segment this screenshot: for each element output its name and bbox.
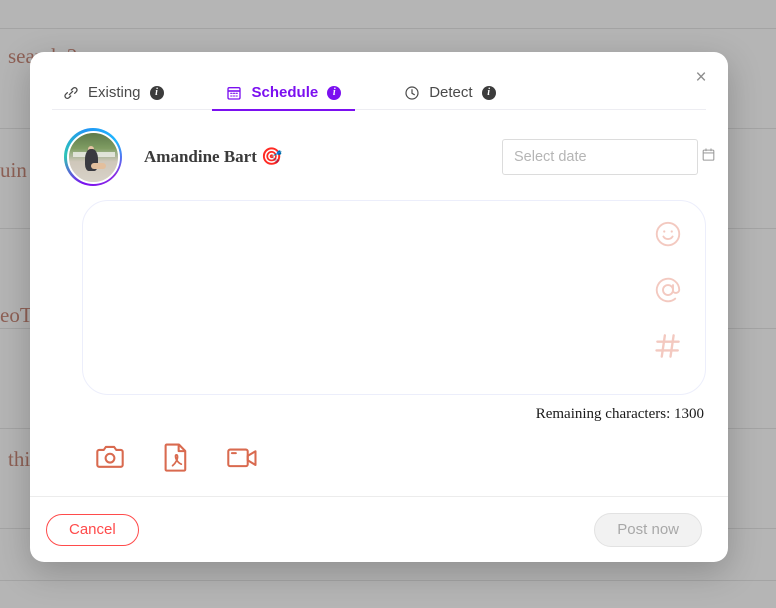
cancel-button[interactable]: Cancel	[46, 513, 139, 546]
schedule-post-modal: × Existing i Schedule i Detect i Amandin…	[30, 52, 728, 562]
avatar-photo	[66, 130, 120, 184]
video-icon[interactable]	[222, 438, 262, 476]
composer-area: Remaining characters: 1300	[82, 200, 706, 423]
profile-row: Amandine Bart 🎯	[30, 110, 728, 186]
pdf-icon[interactable]	[156, 438, 196, 476]
remaining-characters-label: Remaining characters: 1300	[535, 406, 704, 422]
avatar[interactable]	[64, 128, 122, 186]
tab-schedule[interactable]: Schedule i	[211, 84, 356, 111]
calendar-icon	[226, 84, 243, 101]
emoji-icon[interactable]	[651, 217, 685, 251]
modal-tab-bar: Existing i Schedule i Detect i	[30, 52, 728, 111]
tab-existing[interactable]: Existing i	[48, 84, 178, 110]
tab-detect[interactable]: Detect i	[389, 84, 509, 110]
info-icon[interactable]: i	[481, 85, 496, 100]
camera-icon[interactable]	[90, 438, 130, 476]
date-input[interactable]	[514, 149, 701, 165]
tab-detect-label: Detect	[429, 84, 473, 101]
modal-footer: Cancel Post now	[30, 496, 728, 562]
link-icon	[62, 84, 79, 101]
attachment-buttons	[30, 423, 728, 485]
calendar-icon[interactable]	[701, 147, 716, 167]
info-icon[interactable]: i	[327, 85, 342, 100]
profile-name: Amandine Bart 🎯	[144, 147, 283, 166]
composer-tool-rail	[645, 217, 691, 363]
date-picker[interactable]	[502, 139, 715, 175]
clock-icon	[403, 84, 420, 101]
mention-icon[interactable]	[651, 273, 685, 307]
post-text-input[interactable]	[83, 201, 705, 394]
tab-schedule-label: Schedule	[251, 84, 319, 101]
composer-box	[82, 200, 706, 395]
hashtag-icon[interactable]	[651, 329, 685, 363]
tab-existing-label: Existing	[88, 84, 141, 101]
info-icon[interactable]: i	[149, 85, 164, 100]
post-now-button[interactable]: Post now	[594, 512, 702, 547]
